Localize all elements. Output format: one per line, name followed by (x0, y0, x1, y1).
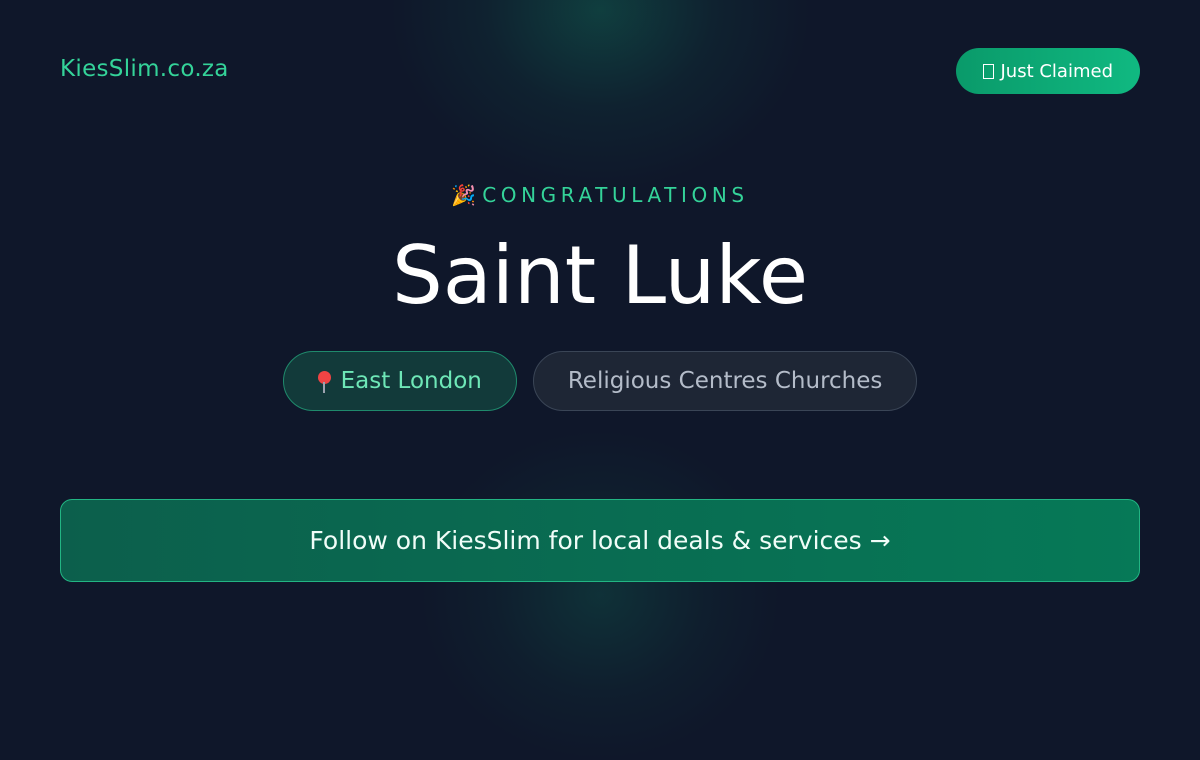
map-pin-icon (317, 370, 331, 393)
location-label: East London (340, 368, 482, 394)
tag-row: East London Religious Centres Churches (0, 351, 1200, 411)
background-glow-bottom (420, 430, 780, 760)
location-tag: East London (282, 351, 517, 411)
business-name: Saint Luke (391, 229, 809, 322)
category-label: Religious Centres Churches (567, 368, 883, 394)
background-glow-top (390, 0, 810, 190)
category-tag: Religious Centres Churches (532, 351, 918, 411)
congratulations-heading: 🎉 CONGRATULATIONS (0, 183, 1200, 207)
eyebrow-text: CONGRATULATIONS (482, 183, 749, 207)
party-popper-icon: 🎉 (451, 183, 477, 207)
cta-label: Follow on KiesSlim for local deals & ser… (309, 526, 891, 555)
brand-logo[interactable]: KiesSlim.co.za (60, 56, 229, 82)
follow-cta-button[interactable]: Follow on KiesSlim for local deals & ser… (60, 499, 1140, 582)
badge-label: Just Claimed (1000, 60, 1113, 82)
just-claimed-badge: Just Claimed (956, 48, 1140, 94)
hourglass-icon (983, 63, 995, 79)
